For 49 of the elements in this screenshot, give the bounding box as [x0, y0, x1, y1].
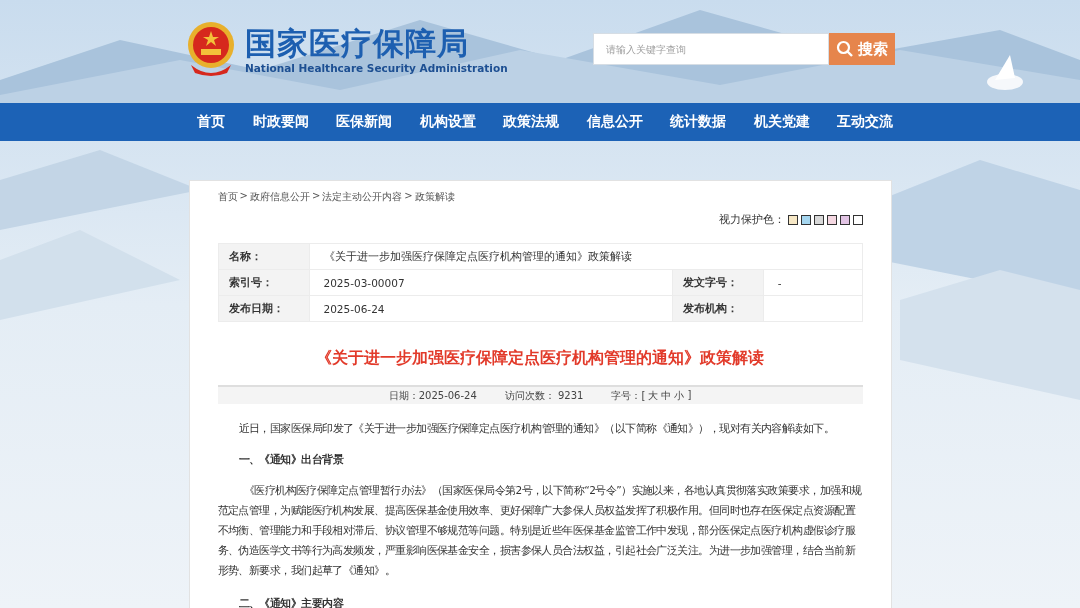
breadcrumb-link[interactable]: 政策解读 — [414, 190, 455, 204]
paragraph: 近日，国家医保局印发了《关于进一步加强医疗保障定点医疗机构管理的通知》（以下简称《通知》），现对有关内容解读如下。 — [237, 421, 836, 436]
site-subtitle: National Healthcare Security Administration — [245, 62, 508, 74]
breadcrumb-separator: > — [404, 190, 413, 203]
paragraph: 《医疗机构医疗保障定点管理暂行办法》（国家医保局令第2号，以下简称“2号令”）实施以来，各地认真贯彻落实政策要求，加强和规范定点管理，为赋能医疗机构发展、提高医保基金使用效率、更好保障广大参保人员权益发挥了积极作用。但同时也存在医保定点资源配置不均衡、管理能力和手段相对滞后、协议管理不够规范等问题。特别是近些年医保基金监管工作中发现，部分医保定点医疗机构虚假诊疗服务、伪造医学文书等行为高发频发，严重影响医保基金安全，损害参保人员合法权益，引起社会广泛关注。为进一步加强管理，结合当前新形势、新要求，我们起草了《通知》。 — [217, 483, 863, 578]
nav-link[interactable]: 政策法规 — [501, 109, 561, 135]
color-swatch[interactable] — [800, 215, 811, 225]
nav-link[interactable]: 信息公开 — [584, 109, 645, 135]
nav-link[interactable]: 时政要闻 — [250, 109, 311, 135]
font-size-label: 字号：[ — [611, 388, 646, 403]
color-swatch[interactable] — [839, 215, 850, 225]
search-icon — [836, 40, 854, 58]
font-size-link[interactable]: 小 — [674, 388, 685, 403]
breadcrumb-separator: > — [239, 190, 248, 203]
breadcrumb-separator: > — [311, 190, 321, 203]
font-size-link[interactable]: 中 — [661, 388, 672, 403]
color-swatch[interactable] — [852, 215, 863, 225]
nav-link[interactable]: 医保新闻 — [334, 109, 394, 135]
breadcrumb-link[interactable]: 首页 — [217, 190, 238, 204]
field-label: 发布日期： — [218, 295, 309, 322]
nav-link[interactable]: 统计数据 — [668, 109, 728, 135]
field-value: - — [763, 269, 862, 296]
nav-link[interactable]: 首页 — [195, 109, 227, 135]
field-label: 发布机构： — [672, 295, 764, 322]
section-heading: 一、《通知》出台背景 — [237, 452, 345, 467]
section-heading: 二、《通知》主要内容 — [237, 596, 345, 608]
bracket-text: ] — [687, 388, 692, 402]
visit-count: 访问次数： 9231 — [504, 388, 584, 403]
color-swatch[interactable] — [813, 215, 824, 225]
color-swatch[interactable] — [826, 215, 837, 225]
field-label: 索引号： — [218, 269, 309, 296]
site-title: 国家医疗保障局 — [245, 24, 470, 62]
field-label: 发文字号： — [672, 269, 764, 296]
font-size-link[interactable]: 大 — [648, 388, 659, 403]
nav-link[interactable]: 机关党建 — [751, 109, 812, 135]
field-label: 名称： — [218, 243, 309, 270]
color-swatch[interactable] — [787, 215, 798, 225]
breadcrumb-link[interactable]: 法定主动公开内容 — [322, 190, 403, 204]
nav-link[interactable]: 机构设置 — [417, 109, 478, 135]
field-value: 2025-03-00007 — [309, 269, 673, 296]
emblem-icon — [185, 21, 237, 77]
field-value: 2025-06-24 — [309, 295, 673, 322]
nav-link[interactable]: 互动交流 — [835, 109, 895, 135]
breadcrumb-link[interactable]: 政府信息公开 — [249, 190, 310, 204]
eye-care-label: 视力保护色： — [718, 213, 785, 227]
search-field[interactable]: 请输入关键字查询 — [593, 33, 829, 65]
field-value: 《关于进一步加强医疗保障定点医疗机构管理的通知》政策解读 — [309, 243, 862, 270]
article-title: 《关于进一步加强医疗保障定点医疗机构管理的通知》政策解读 — [315, 348, 765, 369]
publish-date: 日期：2025-06-24 — [388, 388, 477, 403]
